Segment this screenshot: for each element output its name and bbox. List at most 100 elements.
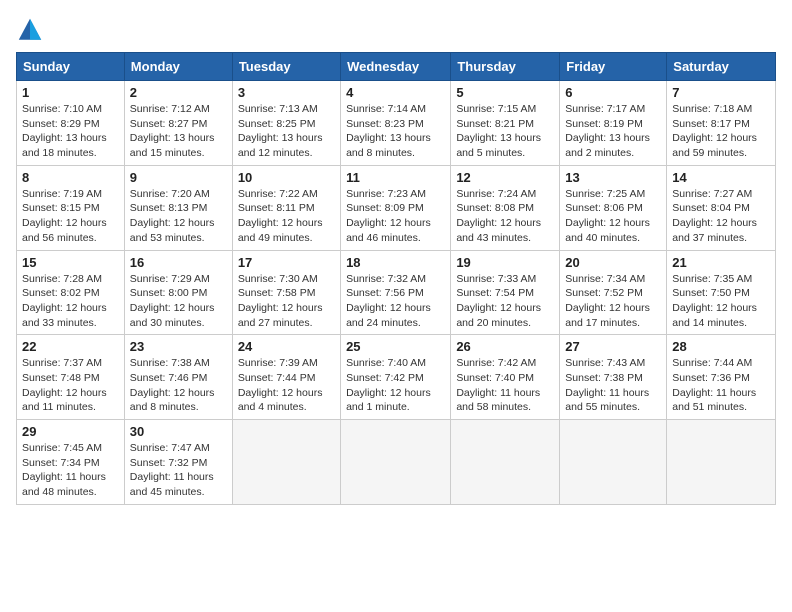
calendar-cell: 23 Sunrise: 7:38 AMSunset: 7:46 PMDayligh… xyxy=(124,335,232,420)
calendar-cell: 4 Sunrise: 7:14 AMSunset: 8:23 PMDaylight… xyxy=(341,81,451,166)
day-number: 5 xyxy=(456,85,554,100)
day-number: 4 xyxy=(346,85,445,100)
calendar-week-row: 29Sunrise: 7:45 AMSunset: 7:34 PMDayligh… xyxy=(17,420,776,505)
day-number: 17 xyxy=(238,255,335,270)
day-info: Sunrise: 7:24 AMSunset: 8:08 PMDaylight:… xyxy=(456,187,554,246)
calendar-cell: 11 Sunrise: 7:23 AMSunset: 8:09 PMDayligh… xyxy=(341,165,451,250)
day-info: Sunrise: 7:20 AMSunset: 8:13 PMDaylight:… xyxy=(130,187,227,246)
day-number: 13 xyxy=(565,170,661,185)
calendar-cell: 10Sunrise: 7:22 AMSunset: 8:11 PMDayligh… xyxy=(232,165,340,250)
calendar-cell: 25 Sunrise: 7:40 AMSunset: 7:42 PMDayligh… xyxy=(341,335,451,420)
weekday-header-wednesday: Wednesday xyxy=(341,53,451,81)
calendar-cell: 20 Sunrise: 7:34 AMSunset: 7:52 PMDayligh… xyxy=(560,250,667,335)
calendar-cell: 22 Sunrise: 7:37 AMSunset: 7:48 PMDayligh… xyxy=(17,335,125,420)
day-number: 3 xyxy=(238,85,335,100)
day-info: Sunrise: 7:34 AMSunset: 7:52 PMDaylight:… xyxy=(565,272,661,331)
calendar-cell: 6 Sunrise: 7:17 AMSunset: 8:19 PMDaylight… xyxy=(560,81,667,166)
day-info: Sunrise: 7:17 AMSunset: 8:19 PMDaylight:… xyxy=(565,102,661,161)
day-number: 26 xyxy=(456,339,554,354)
calendar-cell: 8 Sunrise: 7:19 AMSunset: 8:15 PMDaylight… xyxy=(17,165,125,250)
day-info: Sunrise: 7:10 AMSunset: 8:29 PMDaylight:… xyxy=(22,102,119,161)
weekday-header-row: SundayMondayTuesdayWednesdayThursdayFrid… xyxy=(17,53,776,81)
calendar-week-row: 1 Sunrise: 7:10 AMSunset: 8:29 PMDaylight… xyxy=(17,81,776,166)
calendar-cell: 15 Sunrise: 7:28 AMSunset: 8:02 PMDayligh… xyxy=(17,250,125,335)
day-info: Sunrise: 7:18 AMSunset: 8:17 PMDaylight:… xyxy=(672,102,770,161)
weekday-header-monday: Monday xyxy=(124,53,232,81)
day-number: 7 xyxy=(672,85,770,100)
day-number: 15 xyxy=(22,255,119,270)
logo-icon xyxy=(16,16,44,44)
day-number: 19 xyxy=(456,255,554,270)
day-number: 23 xyxy=(130,339,227,354)
day-number: 18 xyxy=(346,255,445,270)
calendar-cell: 28 Sunrise: 7:44 AMSunset: 7:36 PMDayligh… xyxy=(667,335,776,420)
weekday-header-friday: Friday xyxy=(560,53,667,81)
day-number: 6 xyxy=(565,85,661,100)
calendar-cell: 5 Sunrise: 7:15 AMSunset: 8:21 PMDaylight… xyxy=(451,81,560,166)
day-info: Sunrise: 7:19 AMSunset: 8:15 PMDaylight:… xyxy=(22,187,119,246)
calendar-week-row: 8 Sunrise: 7:19 AMSunset: 8:15 PMDaylight… xyxy=(17,165,776,250)
day-info: Sunrise: 7:25 AMSunset: 8:06 PMDaylight:… xyxy=(565,187,661,246)
calendar-week-row: 22 Sunrise: 7:37 AMSunset: 7:48 PMDayligh… xyxy=(17,335,776,420)
day-info: Sunrise: 7:23 AMSunset: 8:09 PMDaylight:… xyxy=(346,187,445,246)
day-info: Sunrise: 7:28 AMSunset: 8:02 PMDaylight:… xyxy=(22,272,119,331)
day-number: 12 xyxy=(456,170,554,185)
calendar-cell: 13 Sunrise: 7:25 AMSunset: 8:06 PMDayligh… xyxy=(560,165,667,250)
calendar-cell: 27 Sunrise: 7:43 AMSunset: 7:38 PMDayligh… xyxy=(560,335,667,420)
page-header xyxy=(16,16,776,44)
day-number: 9 xyxy=(130,170,227,185)
calendar-cell: 1 Sunrise: 7:10 AMSunset: 8:29 PMDaylight… xyxy=(17,81,125,166)
day-info: Sunrise: 7:42 AMSunset: 7:40 PMDaylight:… xyxy=(456,356,554,415)
day-number: 1 xyxy=(22,85,119,100)
calendar-table: SundayMondayTuesdayWednesdayThursdayFrid… xyxy=(16,52,776,505)
day-number: 11 xyxy=(346,170,445,185)
calendar-cell: 26 Sunrise: 7:42 AMSunset: 7:40 PMDayligh… xyxy=(451,335,560,420)
day-info: Sunrise: 7:30 AMSunset: 7:58 PMDaylight:… xyxy=(238,272,335,331)
calendar-cell: 21Sunrise: 7:35 AMSunset: 7:50 PMDayligh… xyxy=(667,250,776,335)
day-number: 10 xyxy=(238,170,335,185)
logo xyxy=(16,16,48,44)
calendar-cell xyxy=(232,420,340,505)
day-info: Sunrise: 7:14 AMSunset: 8:23 PMDaylight:… xyxy=(346,102,445,161)
calendar-cell: 9 Sunrise: 7:20 AMSunset: 8:13 PMDaylight… xyxy=(124,165,232,250)
weekday-header-sunday: Sunday xyxy=(17,53,125,81)
calendar-cell: 19Sunrise: 7:33 AMSunset: 7:54 PMDayligh… xyxy=(451,250,560,335)
day-number: 20 xyxy=(565,255,661,270)
calendar-cell: 29Sunrise: 7:45 AMSunset: 7:34 PMDayligh… xyxy=(17,420,125,505)
day-info: Sunrise: 7:44 AMSunset: 7:36 PMDaylight:… xyxy=(672,356,770,415)
day-info: Sunrise: 7:35 AMSunset: 7:50 PMDaylight:… xyxy=(672,272,770,331)
day-info: Sunrise: 7:47 AMSunset: 7:32 PMDaylight:… xyxy=(130,441,227,500)
day-info: Sunrise: 7:43 AMSunset: 7:38 PMDaylight:… xyxy=(565,356,661,415)
day-info: Sunrise: 7:39 AMSunset: 7:44 PMDaylight:… xyxy=(238,356,335,415)
day-number: 24 xyxy=(238,339,335,354)
day-info: Sunrise: 7:40 AMSunset: 7:42 PMDaylight:… xyxy=(346,356,445,415)
calendar-cell xyxy=(451,420,560,505)
day-number: 16 xyxy=(130,255,227,270)
calendar-cell xyxy=(560,420,667,505)
day-info: Sunrise: 7:32 AMSunset: 7:56 PMDaylight:… xyxy=(346,272,445,331)
day-number: 22 xyxy=(22,339,119,354)
calendar-cell xyxy=(667,420,776,505)
day-number: 8 xyxy=(22,170,119,185)
day-info: Sunrise: 7:15 AMSunset: 8:21 PMDaylight:… xyxy=(456,102,554,161)
calendar-week-row: 15 Sunrise: 7:28 AMSunset: 8:02 PMDayligh… xyxy=(17,250,776,335)
day-number: 30 xyxy=(130,424,227,439)
day-info: Sunrise: 7:37 AMSunset: 7:48 PMDaylight:… xyxy=(22,356,119,415)
calendar-cell: 16 Sunrise: 7:29 AMSunset: 8:00 PMDayligh… xyxy=(124,250,232,335)
day-number: 28 xyxy=(672,339,770,354)
day-info: Sunrise: 7:38 AMSunset: 7:46 PMDaylight:… xyxy=(130,356,227,415)
calendar-cell: 30 Sunrise: 7:47 AMSunset: 7:32 PMDayligh… xyxy=(124,420,232,505)
day-info: Sunrise: 7:13 AMSunset: 8:25 PMDaylight:… xyxy=(238,102,335,161)
calendar-cell: 24 Sunrise: 7:39 AMSunset: 7:44 PMDayligh… xyxy=(232,335,340,420)
day-number: 14 xyxy=(672,170,770,185)
weekday-header-saturday: Saturday xyxy=(667,53,776,81)
calendar-cell xyxy=(341,420,451,505)
calendar-cell: 12 Sunrise: 7:24 AMSunset: 8:08 PMDayligh… xyxy=(451,165,560,250)
calendar-cell: 2Sunrise: 7:12 AMSunset: 8:27 PMDaylight… xyxy=(124,81,232,166)
weekday-header-thursday: Thursday xyxy=(451,53,560,81)
day-number: 27 xyxy=(565,339,661,354)
day-info: Sunrise: 7:12 AMSunset: 8:27 PMDaylight:… xyxy=(130,102,227,161)
calendar-cell: 14Sunrise: 7:27 AMSunset: 8:04 PMDayligh… xyxy=(667,165,776,250)
day-number: 25 xyxy=(346,339,445,354)
day-info: Sunrise: 7:29 AMSunset: 8:00 PMDaylight:… xyxy=(130,272,227,331)
